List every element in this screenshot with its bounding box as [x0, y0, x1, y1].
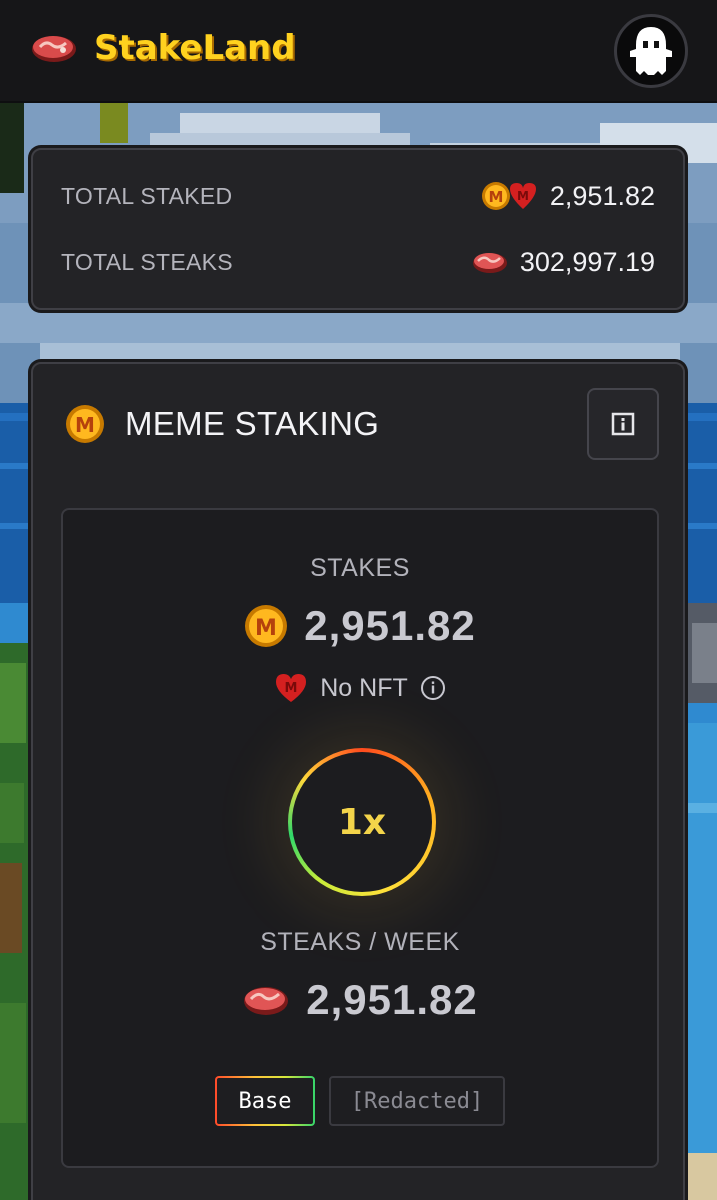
multiplier-value: 1x: [292, 752, 432, 892]
nft-status: No NFT: [320, 673, 408, 702]
meme-coin-icon: M: [66, 405, 104, 443]
total-staked-value-group: M M 2,951.82: [480, 179, 655, 213]
svg-text:M: M: [255, 616, 277, 641]
stakes-value: 2,951.82: [304, 602, 476, 649]
meme-coin-icon: M: [245, 605, 288, 647]
stakes-value-row: M 2,951.82: [63, 602, 657, 650]
total-steaks-value-group: 302,997.19: [472, 247, 655, 278]
staking-header: M MEME STAKING: [65, 404, 379, 444]
nft-status-row: M No NFT: [63, 672, 657, 704]
steak-icon: [472, 253, 507, 273]
multiplier-ring: 1x: [288, 748, 436, 896]
info-circle-icon[interactable]: [420, 675, 446, 701]
total-staked-row: TOTAL STAKED M M 2,951.82: [61, 176, 655, 216]
staking-title: MEME STAKING: [125, 405, 380, 442]
meme-coin-heart-icon: M M: [481, 182, 536, 210]
total-staked-label: TOTAL STAKED: [61, 182, 233, 209]
stakes-label: STAKES: [310, 554, 410, 582]
ghost-avatar-icon: [630, 27, 672, 75]
meme-staking-panel: M MEME STAKING STAKES M 2,951.82 M No NF…: [31, 362, 685, 1200]
heart-nft-icon: M: [276, 674, 307, 702]
tab-base[interactable]: Base: [215, 1076, 315, 1126]
total-steaks-label: TOTAL STEAKS: [61, 248, 233, 275]
svg-text:M: M: [285, 681, 298, 696]
logo-link[interactable]: StakeLand: [30, 28, 296, 68]
steak-icon: [244, 987, 289, 1015]
info-button[interactable]: [587, 388, 659, 460]
avatar-button[interactable]: [614, 14, 688, 88]
totals-panel: TOTAL STAKED M M 2,951.82 TOTAL STEAKS 3…: [31, 148, 685, 310]
top-nav-bar: StakeLand: [0, 0, 717, 103]
svg-text:M: M: [488, 188, 503, 206]
svg-text:M: M: [517, 189, 529, 203]
brand-name: StakeLand: [94, 28, 296, 68]
steaks-per-week-value: 2,951.82: [306, 976, 478, 1023]
tier-tabs: Base [Redacted]: [63, 1076, 657, 1126]
svg-text:M: M: [75, 413, 95, 437]
tab-redacted[interactable]: [Redacted]: [329, 1076, 505, 1126]
staking-details-card: STAKES M 2,951.82 M No NFT 1x STEAKS / W…: [61, 508, 659, 1168]
steaks-per-week-label: STEAKS / WEEK: [260, 928, 460, 956]
total-staked-value: 2,951.82: [549, 180, 655, 211]
total-steaks-value: 302,997.19: [519, 246, 655, 277]
steak-icon: [32, 36, 76, 62]
steaks-per-week-row: 2,951.82: [63, 976, 657, 1024]
info-icon: [611, 412, 635, 436]
total-steaks-row: TOTAL STEAKS 302,997.19: [61, 242, 655, 282]
